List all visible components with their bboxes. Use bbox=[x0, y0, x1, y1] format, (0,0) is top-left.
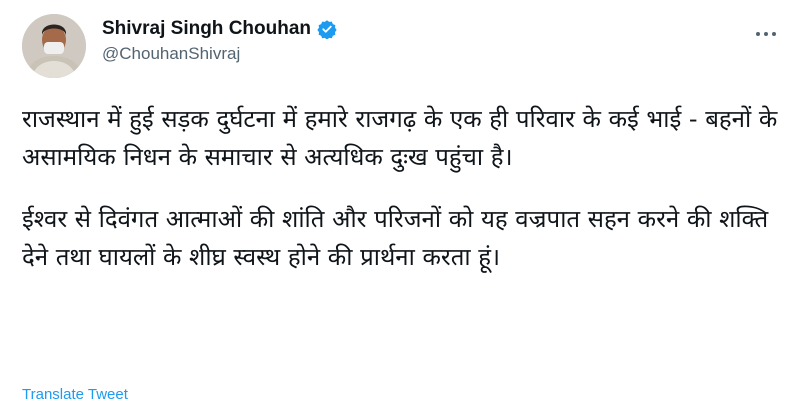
translate-tweet-link[interactable]: Translate Tweet bbox=[22, 386, 128, 403]
more-options-icon[interactable] bbox=[750, 22, 782, 46]
tweet-header: Shivraj Singh Chouhan @ChouhanShivraj bbox=[102, 18, 337, 64]
tweet-paragraph-2: ईश्वर से दिवंगत आत्माओं की शांति और परिज… bbox=[22, 205, 769, 271]
avatar[interactable] bbox=[22, 14, 86, 78]
avatar-image bbox=[22, 14, 86, 78]
tweet-text: राजस्थान में हुई सड़क दुर्घटना में हमारे… bbox=[22, 100, 782, 276]
display-name[interactable]: Shivraj Singh Chouhan bbox=[102, 18, 311, 40]
verified-badge-icon bbox=[317, 19, 337, 40]
user-handle[interactable]: @ChouhanShivraj bbox=[102, 44, 337, 64]
tweet-paragraph-1: राजस्थान में हुई सड़क दुर्घटना में हमारे… bbox=[22, 105, 778, 171]
